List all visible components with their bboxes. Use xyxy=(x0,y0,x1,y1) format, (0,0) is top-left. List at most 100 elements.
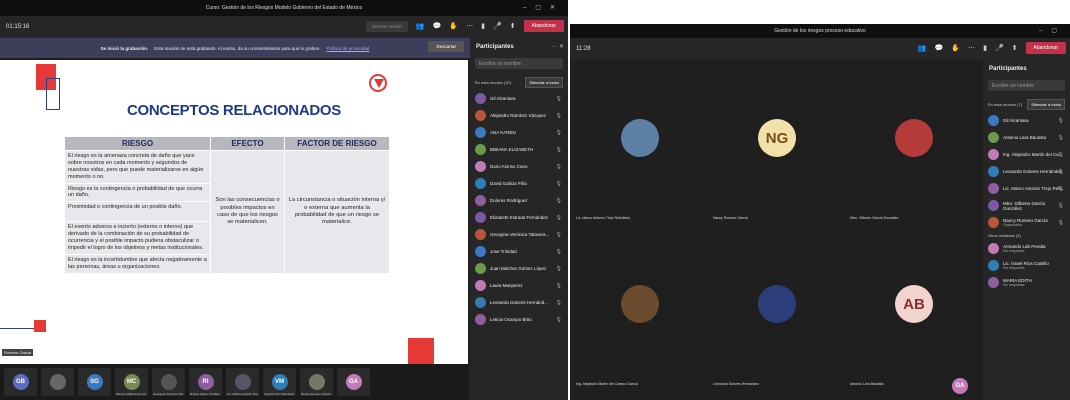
more-icon[interactable]: ⋯ xyxy=(466,22,473,30)
microphone-icon[interactable]: 🎤 xyxy=(995,44,1004,52)
raise-hand-icon[interactable]: ✋ xyxy=(449,22,458,30)
avatar xyxy=(475,110,486,121)
avatar xyxy=(475,178,486,189)
people-icon[interactable]: 👥 xyxy=(918,44,927,52)
participant-tile[interactable]: VM Virginia Ortiz Mendoza xyxy=(263,368,296,396)
camera-icon[interactable]: ▮ xyxy=(983,44,987,52)
participant-item[interactable]: Alejandro Ramírez Vázquez 🎙 xyxy=(470,107,568,124)
mic-off-icon: 🎙 xyxy=(1057,202,1064,209)
leave-button[interactable]: Abandonar xyxy=(1025,42,1066,54)
participant-item[interactable]: Lic. Marco Antonio Trejo Reb... 🎙 xyxy=(983,180,1070,197)
participant-item[interactable]: Gil Alcantara 🎙 xyxy=(983,112,1070,129)
participant-status: Sin respuesta xyxy=(1003,266,1025,270)
avatar xyxy=(49,374,66,390)
participant-item[interactable]: Ing. Alejandro Martín del Ca... 🎙 xyxy=(983,146,1070,163)
participant-tile[interactable]: Georgina Verónica Tal... xyxy=(152,368,185,396)
video-tile[interactable]: AB Antonio Lara Bautista xyxy=(848,230,978,390)
participant-name: Lic. Marco Antonio Trejo Reb... xyxy=(1003,186,1065,191)
mic-off-icon: 🎙 xyxy=(555,197,562,204)
participant-item[interactable]: Georgina Verónica Talavera... 🎙 xyxy=(470,226,568,243)
participant-item[interactable]: Jose Trinidad 🎙 xyxy=(470,243,568,260)
share-icon[interactable]: ⬆ xyxy=(1012,44,1018,52)
microphone-icon[interactable]: 🎤 xyxy=(493,22,502,30)
mute-all-button[interactable]: Silenciar a todos xyxy=(525,77,563,88)
leave-button[interactable]: Abandonar xyxy=(523,20,564,32)
avatar: GB xyxy=(12,374,29,390)
video-tile[interactable]: Leonardo Dolores Hernández xyxy=(711,230,841,390)
participant-item[interactable]: Gil Alcantara 🎙 xyxy=(470,90,568,107)
participant-tile[interactable]: GB xyxy=(4,368,37,396)
search-input[interactable]: Escriba un nombre xyxy=(475,58,563,69)
participant-text: Nancy Romero García Organizador xyxy=(1003,218,1048,227)
window-controls[interactable]: –▢✕ xyxy=(523,0,564,16)
participant-item[interactable]: BIBIANA ELIZABETH 🎙 xyxy=(470,141,568,158)
video-tile[interactable]: Ing. Alejandro Martín del Campo García xyxy=(574,230,704,390)
search-input[interactable]: Escribe un nombre xyxy=(988,80,1065,91)
mic-off-icon: 🎙 xyxy=(555,282,562,289)
participant-tile[interactable] xyxy=(41,368,74,396)
participant-item[interactable]: Leonardo Dolores Hernández 🎙 xyxy=(983,163,1070,180)
camera-icon[interactable]: ▮ xyxy=(481,22,485,30)
participant-item[interactable]: Antonio Lara Bautista 🎙 xyxy=(983,129,1070,146)
mic-off-icon: 🎙 xyxy=(1057,185,1064,192)
participant-tile[interactable]: SG xyxy=(78,368,111,396)
dismiss-button[interactable]: Descartar xyxy=(428,41,464,52)
participant-tile[interactable]: MC Mónica Valdovinos Ca... xyxy=(115,368,148,396)
tile-name: Virginia Ortiz Mendoza xyxy=(264,392,295,396)
avatar xyxy=(475,246,486,257)
window-title: Curso: Gestión de los Riesgos Modelo Gob… xyxy=(205,5,363,11)
presenter-name-chip: Romero Garcia xyxy=(2,349,34,356)
avatar xyxy=(160,374,177,390)
video-tile[interactable]: Mtro. Gilberto García González xyxy=(848,64,978,224)
section-header: En esta reunión (37) Silenciar a todos xyxy=(470,75,568,90)
close-icon[interactable]: ··· ✕ xyxy=(551,43,564,50)
tile-name: Georgina Verónica Tal... xyxy=(153,392,185,396)
avatar xyxy=(475,314,486,325)
window-controls[interactable]: –▢ xyxy=(1039,24,1066,38)
section-header: En esta reunión (7) Silenciar a todos xyxy=(983,97,1070,112)
video-tile[interactable]: Lic. Marco Antonio Trejo Rebolledo xyxy=(574,64,704,224)
participant-item[interactable]: Juan Melchor Gómez López 🎙 xyxy=(470,260,568,277)
avatar xyxy=(988,260,999,271)
invited-item[interactable]: Lic. Israel Ríos Castillo Sin respuesta xyxy=(983,257,1070,274)
participant-item[interactable]: Nancy Romero García Organizador 🎙 xyxy=(983,214,1070,231)
participant-tile[interactable]: RI Ricitos Ingles Trinidad xyxy=(189,368,222,396)
participant-item[interactable]: Leonardo Dolores Hernánd... 🎙 xyxy=(470,294,568,311)
meeting-toolbar: 11:28 👥 💬 ✋ ⋯ ▮ 🎤 ⬆ Abandonar xyxy=(570,38,1070,60)
chat-icon[interactable]: 💬 xyxy=(935,44,944,52)
people-icon[interactable]: 👥 xyxy=(416,22,425,30)
video-tile[interactable]: NG Nancy Romero García xyxy=(711,64,841,224)
participant-item[interactable]: Dolores Rodríguez 🎙 xyxy=(470,192,568,209)
invited-item[interactable]: MARIA EDITH Sin respuesta xyxy=(983,274,1070,291)
privacy-link[interactable]: Política de privacidad xyxy=(327,46,370,51)
participants-list: Gil Alcantara 🎙 Alejandro Ramírez Vázquez 🎙… xyxy=(470,90,568,328)
teams-window-right: Gestión de los riesgos proceso educativo… xyxy=(570,24,1070,400)
more-icon[interactable]: ⋯ xyxy=(968,44,975,52)
slide-title: CONCEPTOS RELACIONADOS xyxy=(127,102,341,119)
invited-list: Armando Lab Peralta Sin respuesta Lic. Isr… xyxy=(983,240,1070,291)
slide-deco xyxy=(408,338,434,364)
mute-all-button[interactable]: Silenciar a todos xyxy=(1027,99,1065,110)
share-icon[interactable]: ⬆ xyxy=(510,22,516,30)
efecto-cell: Son las consecuencias o posibles impacto… xyxy=(210,150,285,274)
participant-item[interactable]: Mtro. Gilberto García González 🎙 xyxy=(983,197,1070,214)
stop-sharing-button[interactable]: Detener sesión xyxy=(365,20,408,32)
mic-off-icon: 🎙 xyxy=(555,129,562,136)
participant-text: Ing. Alejandro Martín del Ca... xyxy=(1003,152,1063,157)
mic-off-icon: 🎙 xyxy=(1057,117,1064,124)
participant-item[interactable]: Laura Manjarrez 🎙 xyxy=(470,277,568,294)
participant-item[interactable]: Leticia Ocampo Brito 🎙 xyxy=(470,311,568,328)
raise-hand-icon[interactable]: ✋ xyxy=(951,44,960,52)
participant-tile[interactable]: Nancy Romero García xyxy=(300,368,333,396)
invited-item[interactable]: Armando Lab Peralta Sin respuesta xyxy=(983,240,1070,257)
participant-item[interactable]: Dario Alonso Cano 🎙 xyxy=(470,158,568,175)
participant-tile[interactable]: GA xyxy=(337,368,370,396)
participant-item[interactable]: David Galicia Piña 🎙 xyxy=(470,175,568,192)
participant-item[interactable]: ANA KAREN 🎙 xyxy=(470,124,568,141)
participant-item[interactable]: Elizabeth Estrada Fernández 🎙 xyxy=(470,209,568,226)
participant-name: Laura Manjarrez xyxy=(490,283,523,288)
recording-bold: Se inició la grabación. xyxy=(100,45,149,51)
participant-tile[interactable]: Lic. Marco Antonio Trej... xyxy=(226,368,260,396)
chat-icon[interactable]: 💬 xyxy=(433,22,442,30)
participant-name: Mtro. Gilberto García González xyxy=(1003,200,1046,211)
